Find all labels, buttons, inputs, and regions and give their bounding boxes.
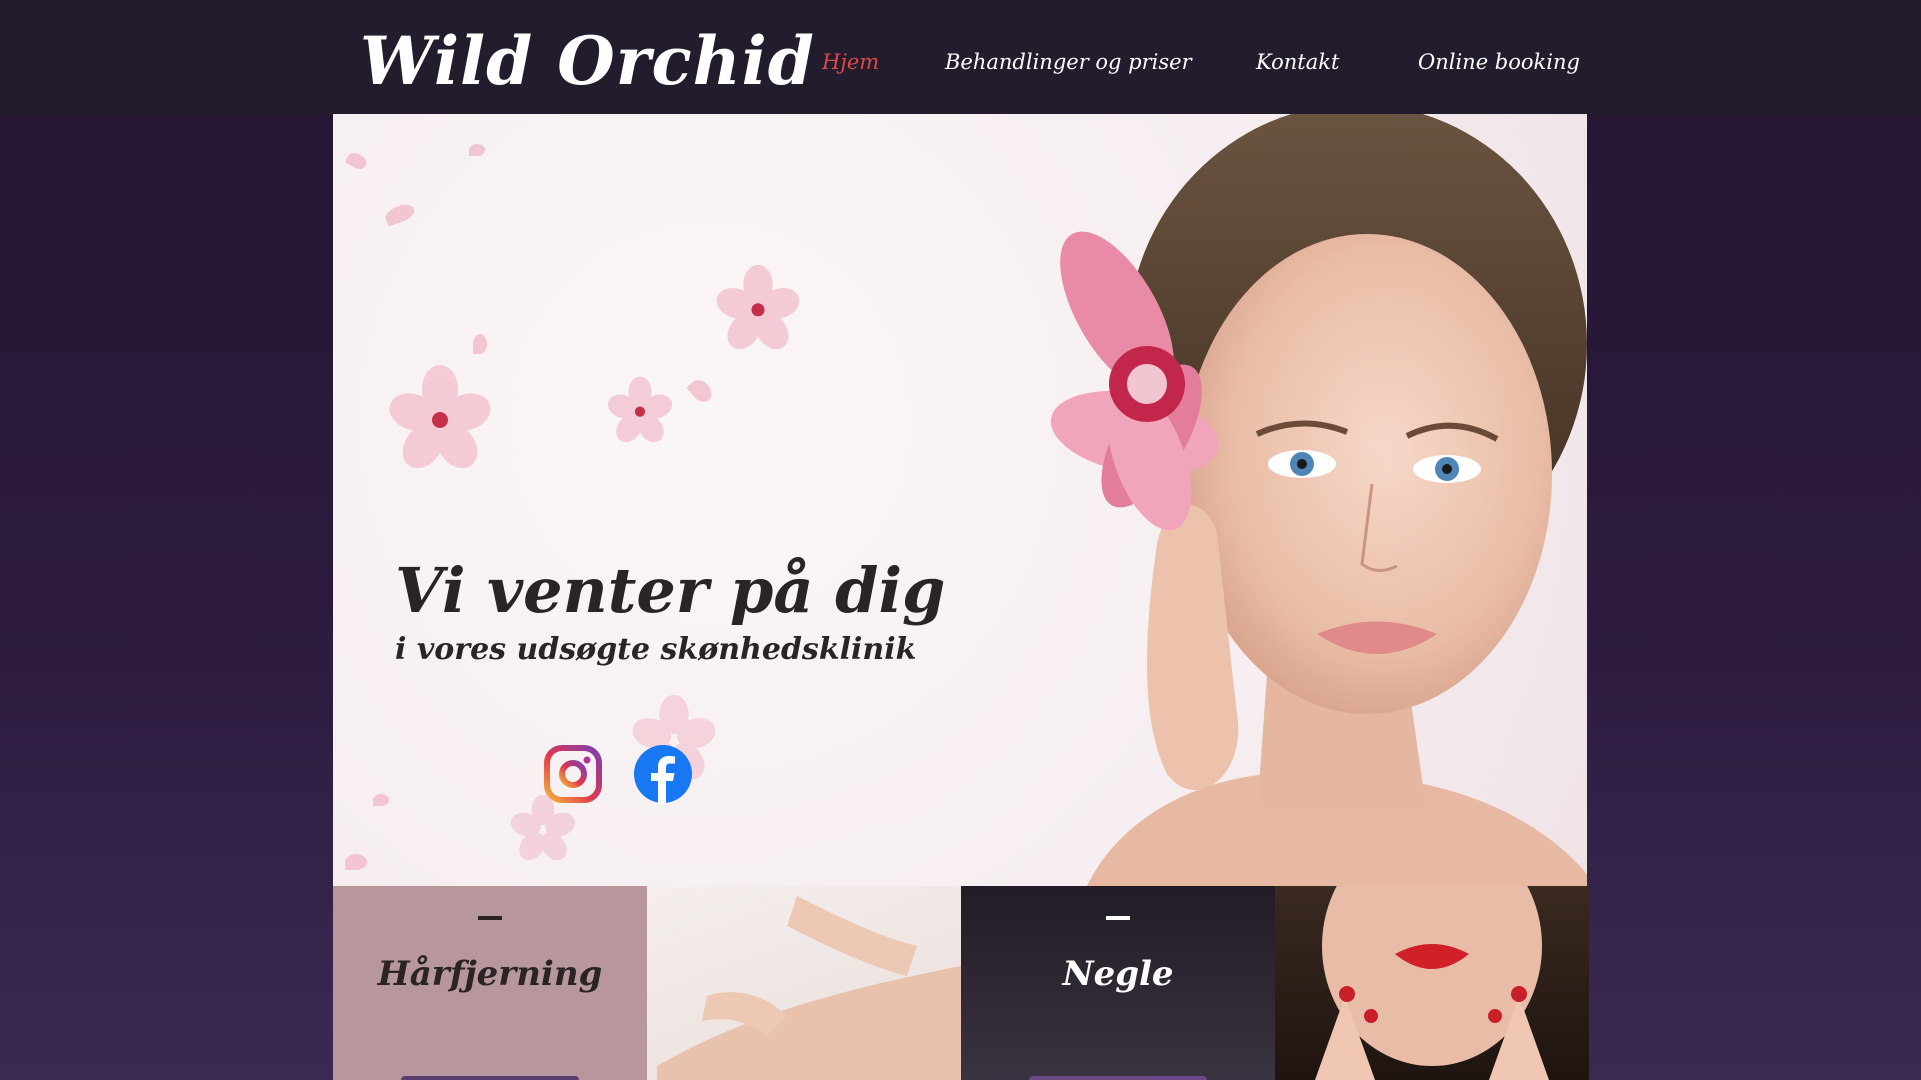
- cherry-blossom-icon: [389, 365, 491, 469]
- tile-harfjerning[interactable]: Hårfjerning: [333, 886, 647, 1080]
- service-tiles: Hårfjerning Negle: [333, 886, 1589, 1080]
- tile-dash: [1106, 916, 1130, 920]
- petal-decoration: [473, 334, 487, 354]
- tile-label: Negle: [1062, 954, 1174, 994]
- petal-decoration: [686, 376, 716, 406]
- petal-decoration: [344, 149, 370, 173]
- petal-decoration: [373, 794, 389, 806]
- tile-negle[interactable]: Negle: [961, 886, 1275, 1080]
- hero-headline: Vi venter på dig: [395, 554, 946, 627]
- nav-item-hjem[interactable]: Hjem: [822, 50, 879, 74]
- nav-item-behandlinger[interactable]: Behandlinger og priser: [945, 50, 1192, 74]
- tile-button[interactable]: [1029, 1076, 1207, 1080]
- red-lips-nails-image: [1275, 886, 1589, 1080]
- petal-decoration: [469, 144, 485, 156]
- cherry-blossom-icon: [607, 376, 673, 443]
- red-lips-nails-illustration: [1315, 886, 1549, 1080]
- tile-dash: [478, 916, 502, 920]
- hero-subline: i vores udsøgte skønhedsklinik: [395, 632, 917, 667]
- waxing-arm-illustration: [657, 896, 961, 1080]
- woman-portrait-image: [1050, 114, 1587, 886]
- nav-item-online-booking[interactable]: Online booking: [1418, 50, 1580, 74]
- main-nav: Hjem Behandlinger og priser Kontakt Onli…: [0, 50, 1921, 90]
- tile-label: Hårfjerning: [377, 954, 603, 994]
- tile-button[interactable]: [401, 1076, 579, 1080]
- instagram-icon[interactable]: [543, 744, 603, 804]
- facebook-icon[interactable]: [633, 744, 693, 804]
- petal-decoration: [383, 201, 417, 227]
- cherry-blossom-icon: [716, 264, 800, 350]
- cherry-blossom-icon: [510, 794, 576, 861]
- waxing-arm-image: [647, 886, 961, 1080]
- petal-decoration: [345, 854, 367, 870]
- hero-banner: Vi venter på dig i vores udsøgte skønhed…: [333, 114, 1587, 886]
- nav-item-kontakt[interactable]: Kontakt: [1256, 50, 1339, 74]
